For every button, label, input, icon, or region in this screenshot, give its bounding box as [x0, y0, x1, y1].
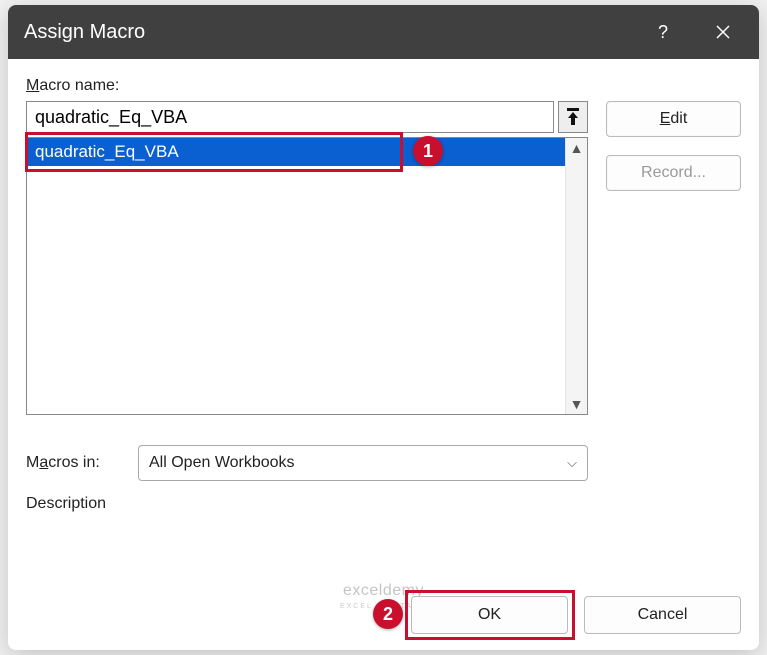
help-button[interactable]: ? — [633, 5, 693, 59]
combo-value: All Open Workbooks — [149, 454, 295, 472]
callout-badge-2: 2 — [373, 599, 403, 629]
callout-badge-1: 1 — [413, 136, 443, 166]
scrollbar[interactable]: ▲ ▼ — [565, 138, 587, 414]
callout-box-1 — [25, 132, 403, 172]
select-macro-button[interactable] — [558, 101, 588, 133]
record-button[interactable]: Record... — [606, 155, 741, 191]
cancel-button[interactable]: Cancel — [584, 596, 741, 634]
description-label: Description — [26, 495, 741, 513]
titlebar: Assign Macro ? — [8, 5, 759, 59]
up-arrow-icon — [565, 108, 581, 126]
callout-box-2 — [405, 590, 575, 640]
macro-name-input[interactable] — [26, 101, 554, 133]
assign-macro-dialog: Assign Macro ? Macro name: — [8, 5, 759, 650]
chevron-down-icon: ⌵ — [567, 455, 577, 471]
dialog-title: Assign Macro — [24, 21, 633, 44]
macros-in-combo[interactable]: All Open Workbooks ⌵ — [138, 445, 588, 481]
macros-in-label: Macros in: — [26, 454, 124, 472]
macro-name-label: Macro name: — [26, 77, 741, 95]
edit-button[interactable]: Edit — [606, 101, 741, 137]
close-button[interactable] — [693, 5, 753, 59]
scroll-up-icon: ▲ — [570, 138, 584, 158]
close-icon — [715, 24, 731, 40]
scroll-down-icon: ▼ — [570, 394, 584, 414]
macro-listbox[interactable]: quadratic_Eq_VBA ▲ ▼ 1 — [26, 137, 588, 415]
